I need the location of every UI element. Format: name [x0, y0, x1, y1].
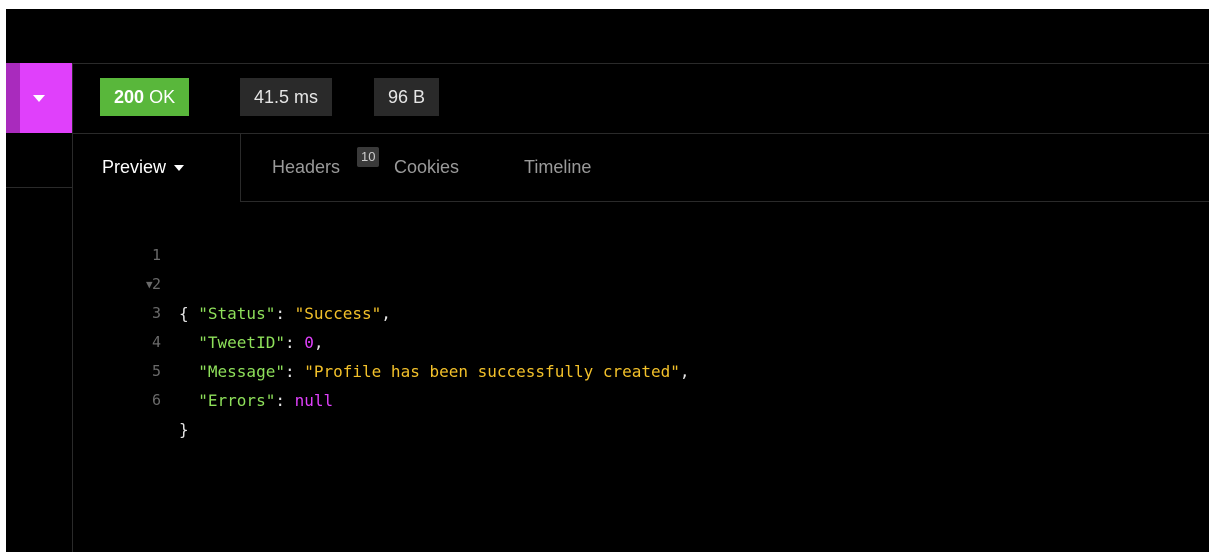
chevron-down-icon — [174, 165, 185, 171]
json-value: null — [294, 391, 334, 410]
code-line: 4 "Message": "Profile has been successfu… — [73, 299, 1209, 381]
response-pane: 200 OK 41.5 ms 96 B Preview Headers 10 C… — [6, 9, 1209, 552]
toggle-stripe — [6, 63, 20, 133]
response-time-badge: 41.5 ms — [240, 78, 333, 116]
line-number: 6 — [151, 391, 161, 409]
left-rail — [6, 63, 73, 552]
close-brace: } — [179, 420, 189, 439]
status-badge: 200 OK — [100, 78, 190, 116]
tab-preview[interactable]: Preview — [73, 134, 241, 202]
code-line: 1 ▼ { — [73, 212, 1209, 323]
tab-timeline[interactable]: Timeline — [524, 134, 591, 201]
status-code: 200 — [114, 87, 145, 107]
rail-divider — [6, 187, 72, 188]
code-line: 2 "Status": "Success", — [73, 241, 1209, 323]
tab-headers[interactable]: Headers 10 — [272, 134, 380, 201]
pane-toggle-button[interactable] — [6, 63, 72, 133]
headers-count-badge: 10 — [357, 147, 380, 167]
json-preview: 1 ▼ { 2 "Status": "Success", 3 "TweetID"… — [73, 212, 1209, 552]
status-bar: 200 OK 41.5 ms 96 B — [73, 64, 1209, 134]
tab-preview-label: Preview — [102, 157, 167, 177]
caret-down-icon — [33, 94, 45, 102]
status-text: OK — [149, 87, 176, 107]
tab-headers-label: Headers — [272, 157, 341, 177]
json-key: "Errors" — [198, 391, 276, 410]
code-line: 5 "Errors": null — [73, 328, 1209, 410]
response-size-badge: 96 B — [374, 78, 440, 116]
code-line: 6 } — [73, 357, 1209, 439]
tab-cookies[interactable]: Cookies — [394, 134, 459, 201]
response-tabs: Preview Headers 10 Cookies Timeline — [73, 134, 1209, 202]
code-line: 3 "TweetID": 0, — [73, 270, 1209, 352]
